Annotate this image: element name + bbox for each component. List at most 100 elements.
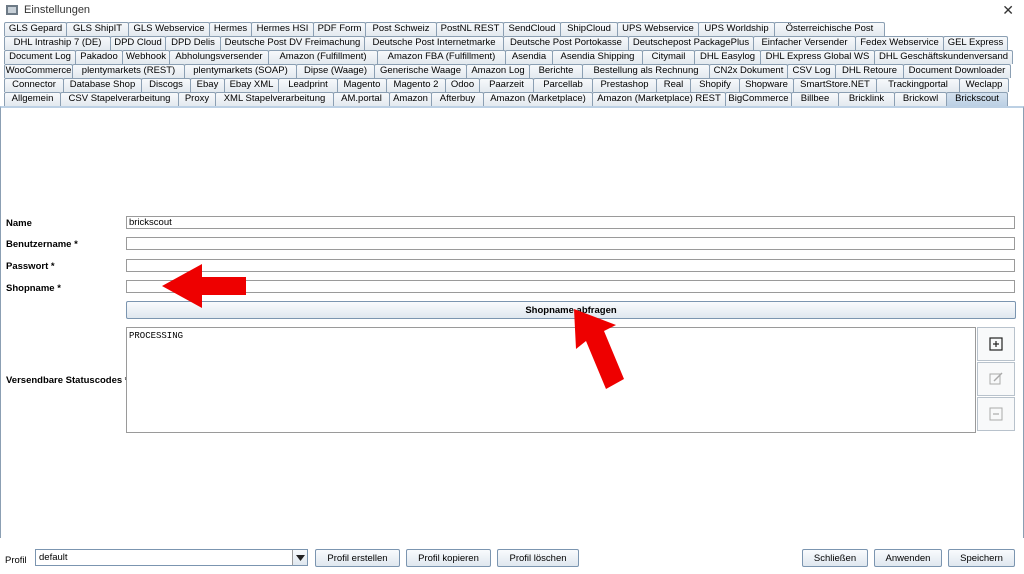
tab-gel-express[interactable]: GEL Express: [943, 36, 1008, 50]
tab-sendcloud[interactable]: SendCloud: [503, 22, 561, 36]
delete-profile-button[interactable]: Profil löschen: [497, 549, 579, 567]
tab-gls-shipit[interactable]: GLS ShipIT: [66, 22, 129, 36]
tab-brickowl[interactable]: Brickowl: [894, 92, 947, 106]
tab-shipcloud[interactable]: ShipCloud: [560, 22, 618, 36]
tab-brickscout[interactable]: Brickscout: [946, 92, 1008, 106]
tab-dhl-intraship-7-de[interactable]: DHL Intraship 7 (DE): [4, 36, 111, 50]
apply-button[interactable]: Anwenden: [874, 549, 942, 567]
edit-status-button[interactable]: [977, 362, 1015, 396]
close-icon[interactable]: ✕: [1002, 2, 1014, 19]
tab-xml-stapelverarbeitung[interactable]: XML Stapelverarbeitung: [215, 92, 334, 106]
tab-allgemein[interactable]: Allgemein: [4, 92, 61, 106]
tab-deutschepost-packageplus[interactable]: Deutschepost PackagePlus: [628, 36, 754, 50]
tab-bestellung-als-rechnung[interactable]: Bestellung als Rechnung: [582, 64, 710, 78]
tab-dhl-geschäftskundenversand[interactable]: DHL Geschäftskundenversand: [874, 50, 1013, 64]
name-field[interactable]: brickscout: [126, 216, 1015, 229]
arrow-up-icon: [574, 309, 624, 389]
tab-connector[interactable]: Connector: [4, 78, 64, 92]
tab-österreichische-post[interactable]: Österreichische Post: [774, 22, 885, 36]
tab-amazon-marketplace[interactable]: Amazon (Marketplace): [483, 92, 593, 106]
tab-document-downloader[interactable]: Document Downloader: [903, 64, 1011, 78]
tab-ebay[interactable]: Ebay: [190, 78, 225, 92]
tab-woocommerce[interactable]: WooCommerce: [4, 64, 73, 78]
add-status-button[interactable]: [977, 327, 1015, 361]
tab-deutsche-post-portokasse[interactable]: Deutsche Post Portokasse: [503, 36, 629, 50]
tab-trackingportal[interactable]: Trackingportal: [876, 78, 960, 92]
profile-select[interactable]: default: [35, 549, 308, 566]
tab-am-portal[interactable]: AM.portal: [333, 92, 390, 106]
tab-dpd-delis[interactable]: DPD Delis: [165, 36, 221, 50]
tab-amazon-fulfillment[interactable]: Amazon (Fulfillment): [268, 50, 378, 64]
edit-icon: [989, 372, 1003, 385]
username-field[interactable]: [126, 237, 1015, 250]
tab-hermes[interactable]: Hermes: [209, 22, 252, 36]
tab-amazon-fba-fulfillment[interactable]: Amazon FBA (Fulfillment): [377, 50, 506, 64]
tab-generische-waage[interactable]: Generische Waage: [374, 64, 467, 78]
tab-amazon-marketplace-rest[interactable]: Amazon (Marketplace) REST: [592, 92, 726, 106]
status-codes-textarea[interactable]: PROCESSING: [126, 327, 976, 433]
tab-proxy[interactable]: Proxy: [178, 92, 216, 106]
tab-billbee[interactable]: Billbee: [791, 92, 839, 106]
tab-cn2x-dokument[interactable]: CN2x Dokument: [709, 64, 788, 78]
tab-odoo[interactable]: Odoo: [445, 78, 480, 92]
tab-dhl-express-global-ws[interactable]: DHL Express Global WS: [760, 50, 875, 64]
tab-database-shop[interactable]: Database Shop: [63, 78, 142, 92]
close-button[interactable]: Schließen: [802, 549, 868, 567]
tab-smartstore-net[interactable]: SmartStore.NET: [793, 78, 877, 92]
tab-magento-2[interactable]: Magento 2: [386, 78, 446, 92]
minus-icon: [989, 407, 1003, 421]
tab-post-schweiz[interactable]: Post Schweiz: [365, 22, 437, 36]
tab-shopify[interactable]: Shopify: [690, 78, 740, 92]
shopname-field[interactable]: [126, 280, 1015, 293]
tab-berichte[interactable]: Berichte: [529, 64, 583, 78]
tab-bricklink[interactable]: Bricklink: [838, 92, 895, 106]
tab-real[interactable]: Real: [656, 78, 691, 92]
tab-pakadoo[interactable]: Pakadoo: [75, 50, 123, 64]
tab-prestashop[interactable]: Prestashop: [592, 78, 657, 92]
copy-profile-button[interactable]: Profil kopieren: [406, 549, 491, 567]
tab-amazon[interactable]: Amazon: [389, 92, 432, 106]
tab-asendia-shipping[interactable]: Asendia Shipping: [552, 50, 643, 64]
tab-ups-webservice[interactable]: UPS Webservice: [617, 22, 699, 36]
tab-citymail[interactable]: Citymail: [642, 50, 695, 64]
tab-discogs[interactable]: Discogs: [141, 78, 191, 92]
remove-status-button[interactable]: [977, 397, 1015, 431]
tab-amazon-log[interactable]: Amazon Log: [466, 64, 530, 78]
tab-shopware[interactable]: Shopware: [739, 78, 794, 92]
tab-dpd-cloud[interactable]: DPD Cloud: [110, 36, 166, 50]
tab-hermes-hsi[interactable]: Hermes HSI: [251, 22, 314, 36]
tab-leadprint[interactable]: Leadprint: [278, 78, 338, 92]
tab-asendia[interactable]: Asendia: [505, 50, 553, 64]
tab-gls-webservice[interactable]: GLS Webservice: [128, 22, 210, 36]
tab-csv-log[interactable]: CSV Log: [787, 64, 836, 78]
tab-plentymarkets-rest[interactable]: plentymarkets (REST): [72, 64, 185, 78]
tab-magento[interactable]: Magento: [337, 78, 387, 92]
tab-paarzeit[interactable]: Paarzeit: [479, 78, 534, 92]
tab-abholungsversender[interactable]: Abholungsversender: [169, 50, 269, 64]
create-profile-button[interactable]: Profil erstellen: [315, 549, 400, 567]
save-button[interactable]: Speichern: [948, 549, 1015, 567]
tab-bigcommerce[interactable]: BigCommerce: [725, 92, 792, 106]
tab-pdf-form[interactable]: PDF Form: [313, 22, 366, 36]
tab-dhl-retoure[interactable]: DHL Retoure: [835, 64, 904, 78]
tab-dipse-waage[interactable]: Dipse (Waage): [296, 64, 375, 78]
tab-fedex-webservice[interactable]: Fedex Webservice: [855, 36, 944, 50]
tab-csv-stapelverarbeitung[interactable]: CSV Stapelverarbeitung: [60, 92, 179, 106]
tab-parcellab[interactable]: Parcellab: [533, 78, 593, 92]
tab-weclapp[interactable]: Weclapp: [959, 78, 1009, 92]
tab-plentymarkets-soap[interactable]: plentymarkets (SOAP): [184, 64, 297, 78]
tab-deutsche-post-dv-freimachung[interactable]: Deutsche Post DV Freimachung: [220, 36, 365, 50]
tab-postnl-rest[interactable]: PostNL REST: [436, 22, 504, 36]
tab-gls-gepard[interactable]: GLS Gepard: [4, 22, 67, 36]
tab-afterbuy[interactable]: Afterbuy: [431, 92, 484, 106]
tab-webhook[interactable]: Webhook: [122, 50, 170, 64]
tab-dhl-easylog[interactable]: DHL Easylog: [694, 50, 761, 64]
tab-einfacher-versender[interactable]: Einfacher Versender: [753, 36, 856, 50]
tab-deutsche-post-internetmarke[interactable]: Deutsche Post Internetmarke: [364, 36, 504, 50]
password-field[interactable]: [126, 259, 1015, 272]
tab-ups-worldship[interactable]: UPS Worldship: [698, 22, 775, 36]
tab-row-5: Connector Database Shop Discogs Ebay Ebay XM…: [4, 78, 1009, 92]
chevron-down-icon[interactable]: [292, 550, 307, 565]
tab-document-log[interactable]: Document Log: [4, 50, 76, 64]
tab-ebay-xml[interactable]: Ebay XML: [224, 78, 279, 92]
